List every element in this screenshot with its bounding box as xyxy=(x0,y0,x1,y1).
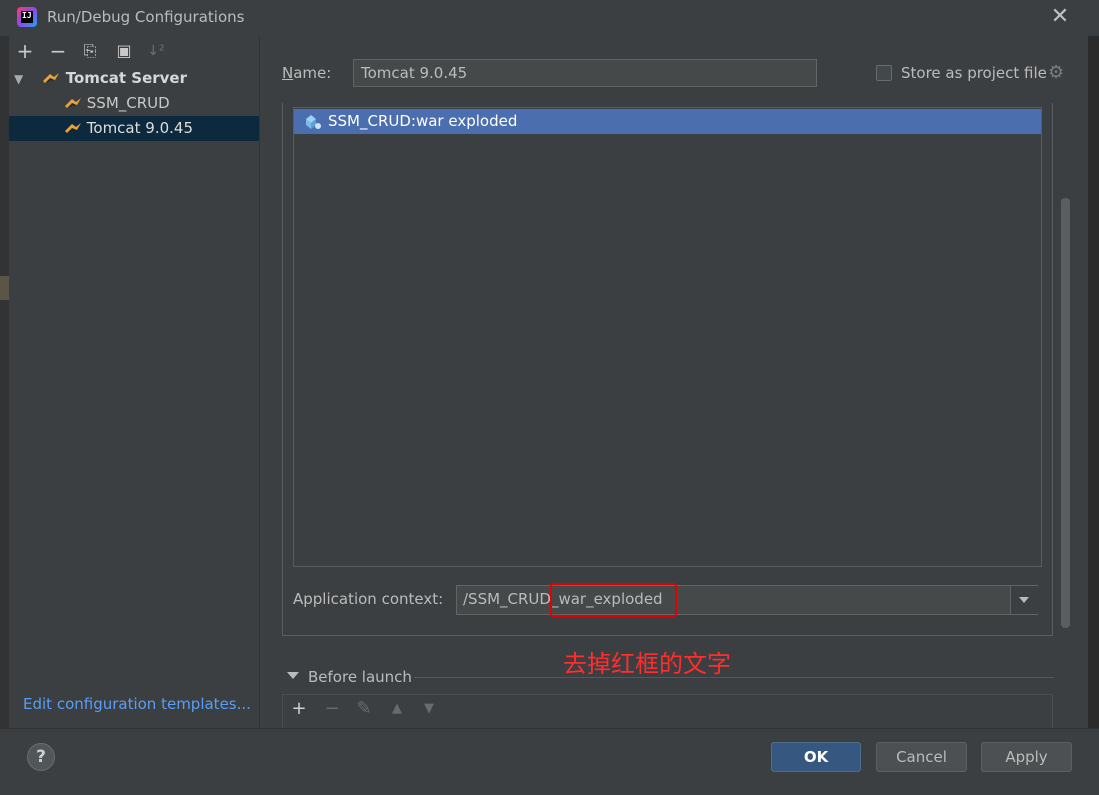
vertical-scrollbar[interactable] xyxy=(1061,198,1070,628)
tree-item-tomcat-9045[interactable]: Tomcat 9.0.45 xyxy=(64,116,193,140)
name-input[interactable]: Tomcat 9.0.45 xyxy=(353,59,817,87)
before-launch-separator xyxy=(414,677,1054,678)
tree-node-tomcat-server[interactable]: ▼ Tomcat Server xyxy=(14,68,187,88)
apply-button[interactable]: Apply xyxy=(981,742,1072,772)
tree-item-label: Tomcat 9.0.45 xyxy=(86,119,193,137)
add-task-icon[interactable]: + xyxy=(289,699,309,719)
folder-add-icon[interactable]: ▣ xyxy=(113,40,135,62)
remove-icon[interactable]: − xyxy=(47,40,69,62)
background-marker xyxy=(0,276,9,300)
tomcat-icon xyxy=(65,98,81,108)
chevron-down-icon xyxy=(1019,597,1029,603)
deployment-item-selected[interactable]: SSM_CRUD:war exploded xyxy=(294,109,1041,134)
name-label-text: ame: xyxy=(293,64,332,82)
background-editor-right xyxy=(1088,36,1099,728)
move-down-icon[interactable]: ▼ xyxy=(419,699,439,719)
sort-icon[interactable]: ↓² xyxy=(145,40,167,62)
move-up-icon[interactable]: ▲ xyxy=(387,699,407,719)
edit-templates-link[interactable]: Edit configuration templates... xyxy=(23,695,251,713)
store-as-project-label[interactable]: Store as project file xyxy=(901,64,1047,82)
cancel-button[interactable]: Cancel xyxy=(876,742,967,772)
intellij-logo-icon: IJ xyxy=(17,7,37,27)
ok-button[interactable]: OK xyxy=(771,742,861,772)
help-button[interactable]: ? xyxy=(27,743,55,771)
copy-icon[interactable]: ⎘ xyxy=(79,40,101,62)
close-icon[interactable]: ✕ xyxy=(1049,5,1071,29)
before-launch-label[interactable]: Before launch xyxy=(308,668,412,686)
background-editor-left xyxy=(0,36,9,728)
collapse-triangle-icon[interactable] xyxy=(287,672,299,679)
edit-task-icon[interactable]: ✎ xyxy=(354,699,374,719)
tomcat-icon xyxy=(43,73,60,83)
panel-divider[interactable] xyxy=(259,36,260,728)
tree-root-label: Tomcat Server xyxy=(65,69,188,87)
application-context-dropdown[interactable] xyxy=(1010,586,1038,614)
annotation-red-box xyxy=(550,583,677,617)
annotation-text: 去掉红框的文字 xyxy=(563,650,731,678)
tree-item-ssm-crud[interactable]: SSM_CRUD xyxy=(64,91,170,115)
chevron-down-icon[interactable]: ▼ xyxy=(14,72,23,86)
deployment-list[interactable] xyxy=(293,107,1042,567)
store-as-project-checkbox[interactable] xyxy=(876,65,892,81)
window-title: Run/Debug Configurations xyxy=(47,8,245,26)
add-icon[interactable]: + xyxy=(14,40,36,62)
remove-task-icon[interactable]: − xyxy=(322,699,342,719)
deployment-item-label: SSM_CRUD:war exploded xyxy=(328,112,518,130)
application-context-label: Application context: xyxy=(293,590,444,608)
name-label: Name: xyxy=(282,64,332,82)
artifact-icon xyxy=(306,115,321,129)
gear-icon[interactable]: ⚙ xyxy=(1048,62,1064,83)
tomcat-icon xyxy=(65,123,81,133)
tree-item-label: SSM_CRUD xyxy=(86,94,170,112)
